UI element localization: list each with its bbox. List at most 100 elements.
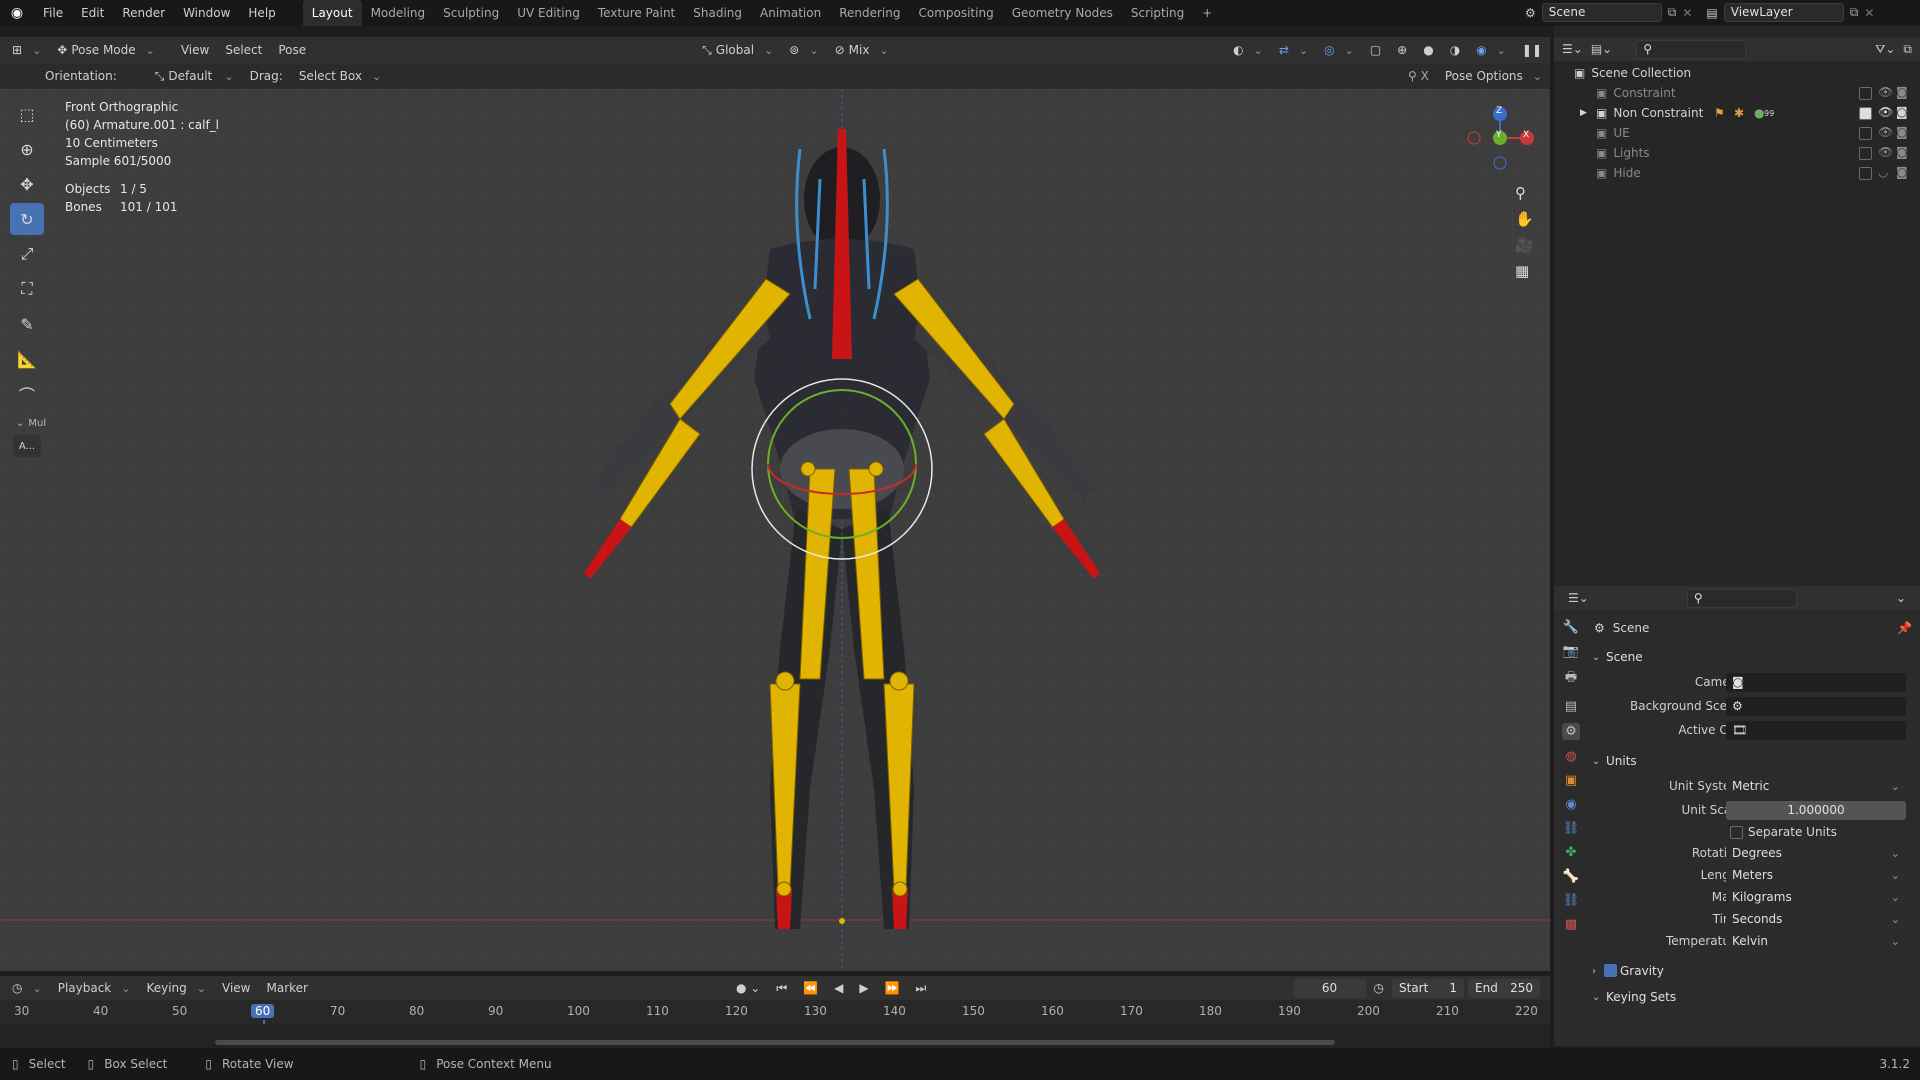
modifier-tab-icon[interactable]: ◉: [1565, 797, 1576, 812]
outliner-item-ue[interactable]: ▣ UE 👁 ◙: [1554, 123, 1920, 143]
properties-editor-type-icon[interactable]: ☰⌄: [1568, 591, 1589, 605]
3d-viewport[interactable]: Z X Y ⚲ ✋ 🎥 ▦: [0, 89, 1550, 971]
render-camera-icon[interactable]: ◙: [1896, 145, 1908, 159]
new-collection-icon[interactable]: ⧉: [1903, 42, 1912, 57]
shading-solid-icon[interactable]: ●: [1415, 43, 1441, 57]
shading-wireframe-icon[interactable]: ⊕: [1389, 43, 1415, 57]
tab-rendering[interactable]: Rendering: [830, 0, 909, 26]
cursor-tool-icon[interactable]: ⊕: [10, 133, 44, 165]
menu-file[interactable]: File: [34, 0, 72, 26]
render-tab-icon[interactable]: 📷: [1563, 644, 1579, 659]
addon-button[interactable]: A...: [13, 435, 41, 457]
length-dropdown[interactable]: Meters: [1726, 865, 1906, 885]
unit-system-dropdown[interactable]: Metric: [1726, 776, 1906, 796]
new-view-layer-icon[interactable]: ⧉: [1850, 5, 1859, 20]
tab-sculpting[interactable]: Sculpting: [434, 0, 508, 26]
tab-modeling[interactable]: Modeling: [362, 0, 435, 26]
mass-dropdown[interactable]: Kilograms: [1726, 887, 1906, 907]
tab-shading[interactable]: Shading: [684, 0, 751, 26]
exclude-checkbox[interactable]: [1859, 127, 1872, 140]
play-icon[interactable]: ▶: [851, 981, 876, 995]
tool-tab-icon[interactable]: 🔧: [1563, 620, 1579, 635]
xray-icon[interactable]: ▢: [1362, 43, 1389, 57]
menu-view[interactable]: View: [173, 43, 217, 57]
jump-end-icon[interactable]: ⏭: [908, 981, 935, 996]
outliner-editor-type-icon[interactable]: ☰⌄: [1562, 42, 1583, 56]
jump-keyframe-back-icon[interactable]: ⏪: [795, 981, 826, 995]
view-layer-icon[interactable]: ▤: [1706, 6, 1717, 20]
outliner-item-constraint[interactable]: ▣ Constraint 👁 ◙: [1554, 83, 1920, 103]
eye-icon[interactable]: 👁: [1878, 105, 1893, 119]
menu-render[interactable]: Render: [113, 0, 174, 26]
annotate-tool-icon[interactable]: ✎: [10, 308, 44, 340]
menu-help[interactable]: Help: [239, 0, 284, 26]
object-tab-icon[interactable]: ▣: [1565, 773, 1577, 788]
menu-timeline-view[interactable]: View: [214, 981, 258, 995]
menu-keying[interactable]: Keying: [138, 981, 214, 995]
new-scene-icon[interactable]: ⧉: [1668, 5, 1677, 20]
jump-keyframe-forward-icon[interactable]: ⏩: [877, 981, 908, 995]
preview-range-icon[interactable]: ◷: [1366, 981, 1392, 995]
background-scene-field[interactable]: ⚙: [1726, 696, 1906, 716]
play-reverse-icon[interactable]: ◀: [826, 981, 851, 995]
section-gravity[interactable]: › Gravity: [1590, 958, 1912, 984]
render-camera-icon[interactable]: ◙: [1896, 125, 1908, 139]
menu-playback[interactable]: Playback: [50, 981, 139, 995]
ortho-grid-icon[interactable]: ▦: [1515, 262, 1534, 280]
scene-tab-icon[interactable]: ⚙: [1562, 723, 1580, 740]
start-frame-field[interactable]: Start 1: [1392, 978, 1464, 998]
exclude-checkbox[interactable]: [1859, 107, 1872, 120]
relax-tool-icon[interactable]: ⌒: [10, 378, 44, 410]
eye-icon[interactable]: 👁: [1878, 85, 1893, 99]
eye-closed-icon[interactable]: ◡: [1878, 165, 1888, 179]
menu-select[interactable]: Select: [217, 43, 270, 57]
active-clip-field[interactable]: 🎞: [1726, 720, 1906, 740]
world-tab-icon[interactable]: ◍: [1565, 749, 1576, 764]
zoom-icon[interactable]: ⚲: [1515, 184, 1534, 202]
rotation-dropdown[interactable]: Degrees: [1726, 843, 1906, 863]
visibility-icon[interactable]: ◐: [1225, 43, 1271, 57]
camera-field[interactable]: ◙: [1726, 672, 1906, 692]
tab-animation[interactable]: Animation: [751, 0, 830, 26]
timeline-body[interactable]: [0, 1024, 1550, 1048]
camera-view-icon[interactable]: 🎥: [1515, 236, 1534, 254]
end-frame-field[interactable]: End 250: [1468, 978, 1540, 998]
gizmo-x-mirror-icon[interactable]: ⚲ X: [1400, 69, 1437, 83]
bone-tab-icon[interactable]: 🦴: [1563, 869, 1579, 884]
outliner-item-lights[interactable]: ▣ Lights 👁 ◙: [1554, 143, 1920, 163]
viewport-canvas[interactable]: [0, 89, 1550, 971]
select-tool-icon[interactable]: ⬚: [10, 98, 44, 130]
chevron-down-icon[interactable]: ⌄: [1896, 591, 1906, 605]
separate-units-checkbox[interactable]: [1730, 826, 1743, 839]
timeline-editor-type-icon[interactable]: ◷: [0, 981, 50, 995]
view-layer-selector[interactable]: ViewLayer: [1723, 3, 1844, 22]
render-camera-icon[interactable]: ◙: [1896, 165, 1908, 179]
section-units[interactable]: ⌄ Units: [1590, 748, 1912, 774]
outliner-scene-collection[interactable]: ▣ Scene Collection: [1554, 63, 1920, 83]
blender-logo-icon[interactable]: ◉: [0, 5, 34, 21]
display-mode-icon[interactable]: ▤⌄: [1591, 42, 1612, 56]
transform-tool-icon[interactable]: ⛶: [10, 273, 44, 305]
gizmo-toggle-icon[interactable]: ⇄: [1271, 43, 1316, 57]
pose-options-dropdown[interactable]: Pose Options: [1437, 69, 1550, 83]
add-workspace-icon[interactable]: +: [1193, 0, 1221, 26]
bone-constraint-tab-icon[interactable]: ⛓: [1563, 893, 1580, 908]
outliner-item-non-constraint[interactable]: ▶ ▣ Non Constraint ⚑ ✱ ● 99 👁 ◙: [1554, 103, 1920, 123]
tab-scripting[interactable]: Scripting: [1122, 0, 1193, 26]
jump-start-icon[interactable]: ⏮: [768, 981, 795, 996]
unit-scale-field[interactable]: 1.000000: [1726, 800, 1906, 820]
eye-icon[interactable]: 👁: [1878, 145, 1893, 159]
rotate-tool-icon[interactable]: ↻: [10, 203, 44, 235]
exclude-checkbox[interactable]: [1859, 147, 1872, 160]
shading-material-icon[interactable]: ◑: [1442, 43, 1468, 57]
pivot-icon[interactable]: ⊚: [781, 43, 826, 57]
scene-selector[interactable]: Scene: [1541, 3, 1662, 22]
view-layer-tab-icon[interactable]: ▤: [1565, 699, 1577, 714]
navigation-gizmo[interactable]: Z X Y: [1460, 101, 1540, 171]
expand-arrow-icon[interactable]: ▶: [1580, 108, 1587, 118]
temperature-dropdown[interactable]: Kelvin: [1726, 931, 1906, 951]
eye-icon[interactable]: 👁: [1878, 125, 1893, 139]
menu-edit[interactable]: Edit: [72, 0, 113, 26]
transform-orientation-selector[interactable]: ⤡ Global: [694, 43, 781, 58]
pin-icon[interactable]: 📌: [1897, 621, 1912, 635]
